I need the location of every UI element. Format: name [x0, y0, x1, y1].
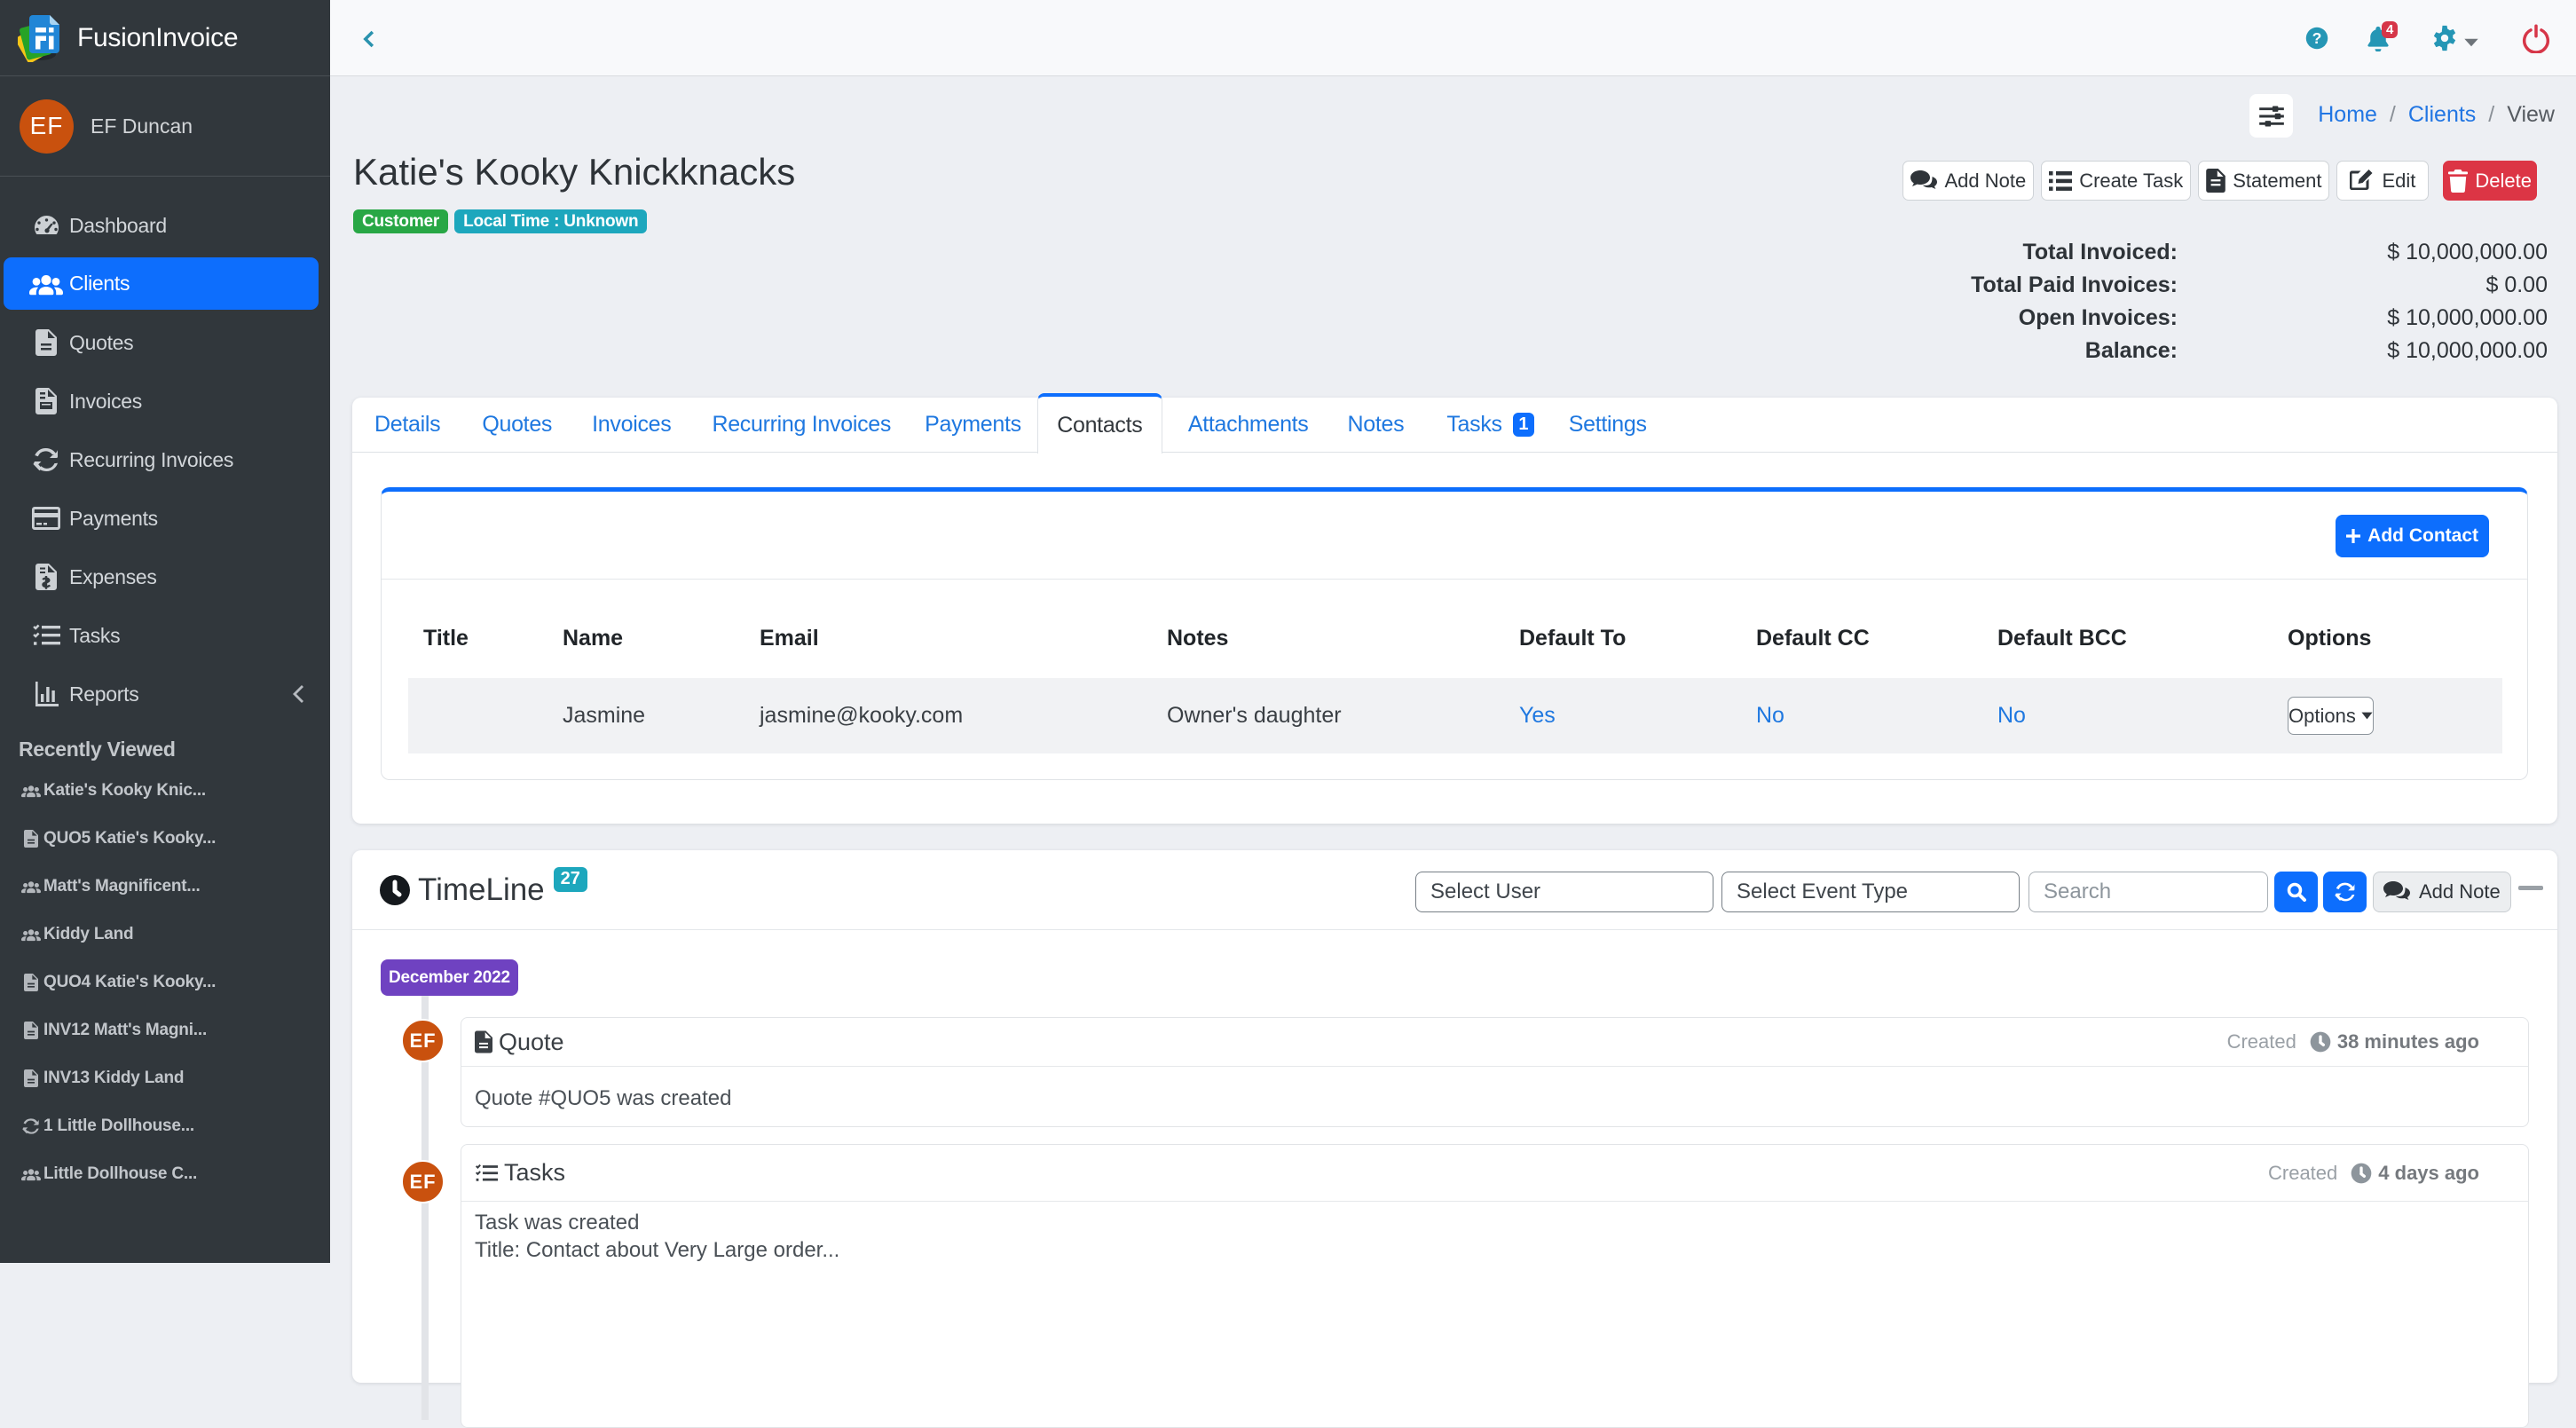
svg-text:?: ?	[2312, 29, 2322, 47]
